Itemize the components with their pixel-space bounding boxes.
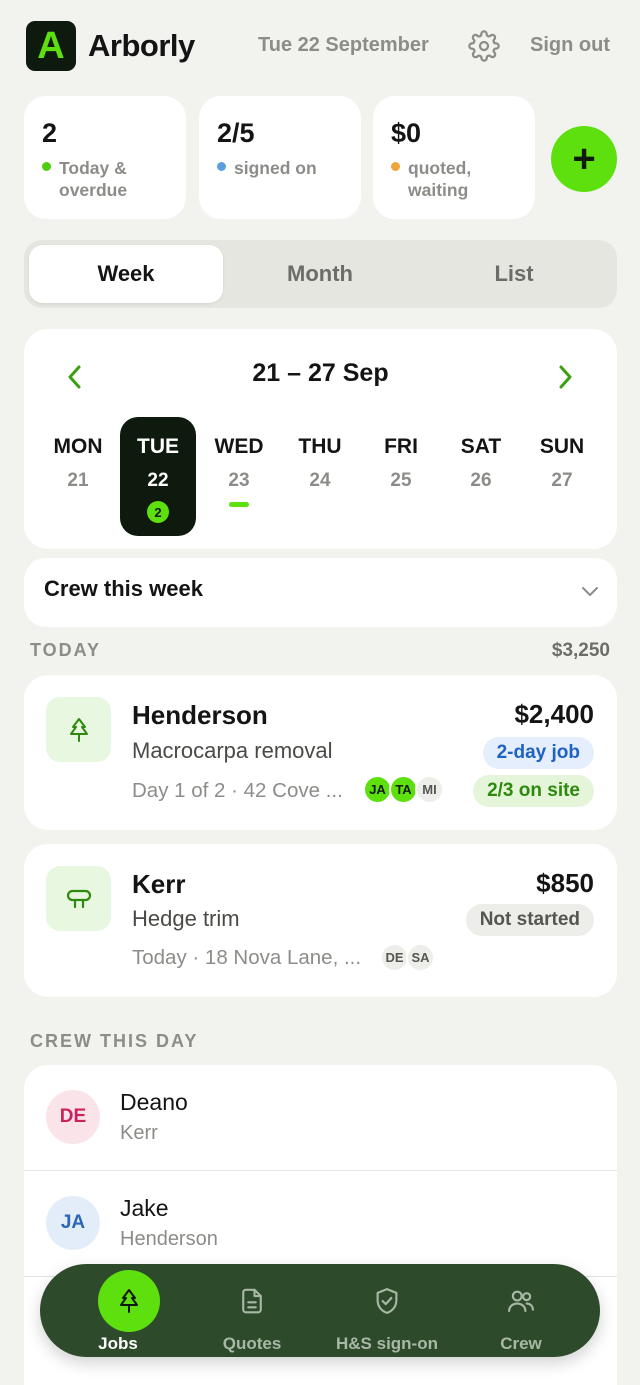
avatar: JA [46,1196,100,1250]
status-dot [217,162,226,171]
app-logo: A [26,21,76,71]
avatar: DE [46,1090,100,1144]
gear-icon[interactable] [468,30,500,62]
tree-icon [98,1270,160,1332]
week-calendar: 21 – 27 Sep MON 21 TUE 22 2 WED 23 THU 2… [24,329,617,549]
bottom-nav: Jobs Quotes H&S sign-on Crew [40,1264,600,1357]
status-badge: Not started [465,904,594,936]
chevron-down-icon [582,587,598,596]
tree-icon [46,697,111,762]
today-heading: TODAY [30,640,102,660]
tab-list[interactable]: List [417,245,611,303]
crew-this-day-heading: CREW THIS DAY [30,1031,199,1051]
day-tue[interactable]: TUE 22 2 [120,417,196,536]
shield-check-icon [376,1288,398,1314]
status-badge: 2/3 on site [473,775,594,807]
status-badge: 2-day job [482,737,594,769]
plus-icon: + [572,137,596,181]
tab-month[interactable]: Month [223,245,417,303]
job-task: Hedge trim [132,906,240,931]
crew-job: Henderson [120,1228,218,1250]
job-card-henderson[interactable]: Henderson Macrocarpa removal Day 1 of 2 … [24,675,617,830]
crew-avatar: TA [389,775,418,804]
day-mon[interactable]: MON 21 [40,417,116,536]
nav-hs-sign-on[interactable]: H&S sign-on [320,1264,454,1357]
crew-avatar: MI [415,775,444,804]
chevron-right-icon[interactable] [552,361,578,393]
stat-card-signed-on[interactable]: 2/5 signed on [199,96,361,219]
view-switcher: Week Month List [24,240,617,308]
crew-this-week-toggle[interactable]: Crew this week [24,558,617,627]
nav-jobs[interactable]: Jobs [51,1264,185,1357]
crew-job: Kerr [120,1122,158,1144]
stat-card-today-overdue[interactable]: 2 Today & overdue [24,96,186,219]
day-wed[interactable]: WED 23 [201,417,277,536]
day-thu[interactable]: THU 24 [282,417,358,536]
job-meta: Day 1 of 2 · 42 Cove ... [132,779,343,802]
nav-crew[interactable]: Crew [454,1264,588,1357]
app-header: A Arborly Tue 22 September Sign out [0,0,640,92]
day-sat[interactable]: SAT 26 [443,417,519,536]
list-item[interactable]: DE Deano Kerr [24,1065,617,1171]
crew-name: Jake [120,1195,169,1221]
job-meta: Today · 18 Nova Lane, ... [132,946,362,969]
add-job-button[interactable]: + [551,126,617,192]
sign-out-button[interactable]: Sign out [530,34,610,57]
nav-quotes[interactable]: Quotes [185,1264,319,1357]
brand-name: Arborly [88,28,195,63]
stat-value: 2/5 [217,118,255,148]
hedge-trimmer-icon [46,866,111,931]
stat-value: $0 [391,118,422,148]
stat-card-quoted-waiting[interactable]: $0 quoted, waiting [373,96,535,219]
crew-this-week-title: Crew this week [44,576,203,601]
job-card-kerr[interactable]: Kerr Hedge trim Today · 18 Nova Lane, ..… [24,844,617,997]
crew-avatar: SA [406,943,435,972]
week-range: 21 – 27 Sep [252,359,389,387]
status-dot [42,162,51,171]
status-dot [391,162,400,171]
job-task: Macrocarpa removal [132,738,333,763]
list-item[interactable]: JA Jake Henderson [24,1171,617,1277]
crew-avatar: DE [380,943,409,972]
today-total: $3,250 [551,640,610,661]
job-client: Kerr [132,869,186,899]
stat-label: quoted, waiting [408,158,472,200]
day-fri[interactable]: FRI 25 [363,417,439,536]
job-client: Henderson [132,700,268,730]
document-icon [242,1288,262,1314]
tab-week[interactable]: Week [29,245,223,303]
jobs-indicator [229,502,249,507]
stat-label: Today & overdue [59,158,128,200]
current-date: Tue 22 September [258,34,429,56]
stat-value: 2 [42,118,58,148]
stat-label: signed on [234,158,317,178]
day-sun[interactable]: SUN 27 [524,417,600,536]
job-price: $2,400 [514,699,594,729]
crew-avatar: JA [363,775,392,804]
people-icon [508,1290,534,1313]
job-price: $850 [536,868,594,898]
crew-name: Deano [120,1089,188,1115]
job-count-badge: 2 [147,501,169,523]
